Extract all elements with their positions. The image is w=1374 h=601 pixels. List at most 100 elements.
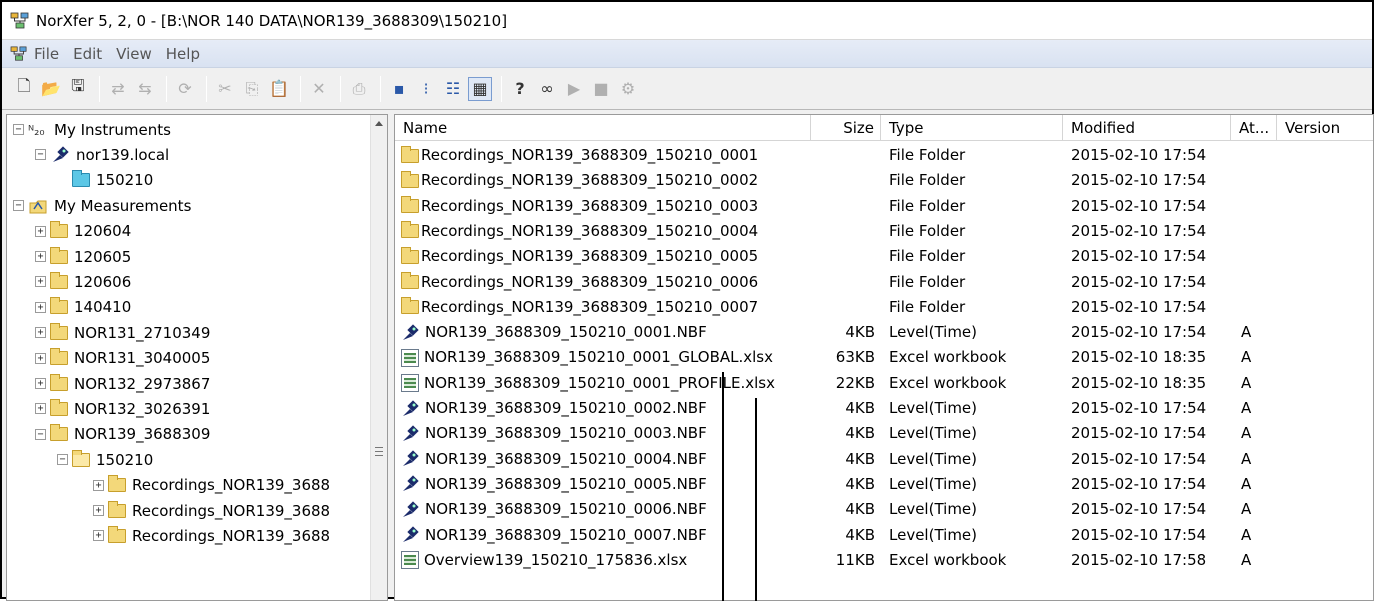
expand-icon[interactable]: + [93, 530, 104, 542]
scroll-grip-icon[interactable] [375, 447, 383, 456]
list-item[interactable]: Recordings_NOR139_3688309_150210_0001 Fil… [395, 143, 1373, 168]
column-header-size[interactable]: Size [811, 115, 881, 141]
paste-icon[interactable]: 📋 [267, 77, 291, 101]
list-item[interactable]: NOR139_3688309_150210_0005.NBF 4KB Level(T… [395, 472, 1373, 497]
list-item[interactable]: Recordings_NOR139_3688309_150210_0002 Fil… [395, 168, 1373, 193]
scroll-up-icon[interactable] [375, 121, 383, 126]
menu-edit[interactable]: Edit [73, 45, 102, 63]
open-icon[interactable]: 📂 [39, 77, 63, 101]
file-attributes [1241, 168, 1277, 193]
large-icons-icon[interactable]: ▪ [387, 77, 411, 101]
list-view-icon[interactable]: ☷ [441, 77, 465, 101]
list-item[interactable]: NOR139_3688309_150210_0002.NBF 4KB Level(T… [395, 396, 1373, 421]
file-attributes: A [1241, 449, 1252, 468]
tree-item[interactable]: +120605 [35, 244, 131, 269]
file-type: Excel workbook [889, 348, 1007, 367]
small-icons-icon[interactable]: ⁝ [414, 77, 438, 101]
tree-item[interactable]: +120604 [35, 219, 131, 244]
tree-item[interactable]: − ᴺ₂₀ My Instruments [13, 117, 171, 142]
expand-icon[interactable]: + [35, 352, 46, 364]
tree-item[interactable]: + NOR131_2710349 [35, 320, 210, 345]
save-icon[interactable]: 🖫 [66, 76, 90, 101]
about-icon[interactable]: ∞ [535, 77, 559, 101]
tree-item[interactable]: + NOR131_3040005 [35, 346, 210, 371]
tree-item[interactable]: +140410 [35, 295, 131, 320]
list-item[interactable]: Recordings_NOR139_3688309_150210_0007 Fil… [395, 295, 1373, 320]
menu-file[interactable]: File [34, 45, 59, 63]
expand-icon[interactable]: + [93, 479, 104, 491]
delete-icon[interactable]: ✕ [307, 77, 331, 101]
tree-item[interactable]: + Recordings_NOR139_3688 [93, 473, 330, 498]
file-name: NOR139_3688309_150210_0001.NBF [425, 323, 707, 342]
expand-icon[interactable]: + [35, 301, 46, 313]
stop-icon[interactable]: ■ [589, 77, 613, 101]
expand-icon[interactable]: + [35, 403, 46, 415]
file-type: Level(Time) [889, 474, 978, 493]
tree-item[interactable]: +120606 [35, 269, 131, 294]
column-header-name[interactable]: Name [395, 115, 811, 141]
file-name-cell: Recordings_NOR139_3688309_150210_0005 [395, 244, 811, 269]
menu-view[interactable]: View [116, 45, 152, 63]
list-item[interactable]: NOR139_3688309_150210_0003.NBF 4KB Level(T… [395, 421, 1373, 446]
tree-item[interactable]: − My Measurements [13, 193, 191, 218]
collapse-icon[interactable]: − [35, 428, 46, 440]
disconnect-icon[interactable]: ⇆ [133, 77, 157, 101]
list-item[interactable]: Recordings_NOR139_3688309_150210_0004 Fil… [395, 219, 1373, 244]
instruments-icon: ᴺ₂₀ [28, 124, 45, 139]
plugin-icon[interactable]: ⚙ [616, 77, 640, 101]
refresh-icon[interactable]: ⟳ [173, 77, 197, 101]
folder-tree[interactable]: − ᴺ₂₀ My Instruments − nor139.local 150210− My… [6, 114, 388, 601]
collapse-icon[interactable]: − [13, 124, 24, 135]
column-header-modified[interactable]: Modified [1063, 115, 1231, 141]
list-item[interactable]: Overview139_150210_175836.xlsx 11KB Excel … [395, 548, 1373, 573]
list-item[interactable]: Recordings_NOR139_3688309_150210_0003 Fil… [395, 194, 1373, 219]
expand-icon[interactable]: + [35, 225, 46, 237]
collapse-icon[interactable]: − [57, 454, 68, 466]
list-item[interactable]: NOR139_3688309_150210_0001_GLOBAL.xlsx 63… [395, 345, 1373, 370]
column-header-type[interactable]: Type [881, 115, 1063, 141]
expand-icon[interactable]: + [35, 378, 46, 389]
tree-item-label: Recordings_NOR139_3688 [132, 526, 331, 545]
collapse-icon[interactable]: − [13, 200, 24, 212]
print-icon[interactable]: ⎙ [347, 77, 371, 101]
column-header-version[interactable]: Version [1277, 115, 1373, 141]
tree-item[interactable]: + NOR132_3026391 [35, 396, 210, 421]
list-item[interactable]: NOR139_3688309_150210_0006.NBF 4KB Level(T… [395, 497, 1373, 522]
column-header-attributes[interactable]: At... [1231, 115, 1277, 141]
expand-icon[interactable]: + [35, 327, 46, 339]
tree-item[interactable]: − 150210 [57, 447, 153, 472]
tree-item[interactable]: 150210 [57, 168, 153, 193]
new-icon[interactable]: 🗋 [12, 76, 36, 101]
expand-icon[interactable]: + [35, 276, 46, 288]
collapse-icon[interactable]: − [35, 149, 46, 161]
tree-item[interactable]: + Recordings_NOR139_3688 [93, 523, 330, 548]
list-item[interactable]: NOR139_3688309_150210_0004.NBF 4KB Level(T… [395, 447, 1373, 472]
file-size [811, 295, 875, 320]
tree-scrollbar[interactable] [370, 115, 387, 600]
copy-icon[interactable]: ⎘ [240, 77, 264, 101]
expand-icon[interactable]: + [35, 251, 46, 262]
tree-item[interactable]: − NOR139_3688309 [35, 422, 210, 447]
file-name-cell: Recordings_NOR139_3688309_150210_0004 [395, 219, 811, 244]
tree-item-label: My Measurements [54, 196, 192, 215]
play-icon[interactable]: ▶ [562, 77, 586, 101]
expand-icon[interactable]: + [93, 505, 104, 516]
cut-icon[interactable]: ✂ [213, 77, 237, 101]
menu-help[interactable]: Help [166, 45, 200, 63]
tree-item[interactable]: + NOR132_2973867 [35, 371, 210, 396]
tree-item[interactable]: + Recordings_NOR139_3688 [93, 498, 330, 523]
details-view-icon[interactable]: ▦ [468, 76, 492, 101]
tree-item[interactable]: − nor139.local [35, 142, 169, 167]
list-item[interactable]: Recordings_NOR139_3688309_150210_0006 Fil… [395, 270, 1373, 295]
list-item[interactable]: NOR139_3688309_150210_0007.NBF 4KB Level(T… [395, 523, 1373, 548]
excel-icon [401, 348, 419, 367]
file-size [811, 244, 875, 269]
connect-icon[interactable]: ⇄ [106, 77, 130, 101]
folder-icon [50, 398, 68, 416]
title-bar[interactable]: NorXfer 5, 2, 0 - [B:\NOR 140 DATA\NOR13… [2, 2, 1372, 40]
file-list[interactable]: Name Size Type Modified At... Version Re… [394, 114, 1374, 601]
list-item[interactable]: NOR139_3688309_150210_0001.NBF 4KB Level(T… [395, 320, 1373, 345]
list-item[interactable]: NOR139_3688309_150210_0001_PROFILE.xlsx 2… [395, 371, 1373, 396]
list-item[interactable]: Recordings_NOR139_3688309_150210_0005 Fil… [395, 244, 1373, 269]
help-icon[interactable]: ? [508, 77, 532, 101]
